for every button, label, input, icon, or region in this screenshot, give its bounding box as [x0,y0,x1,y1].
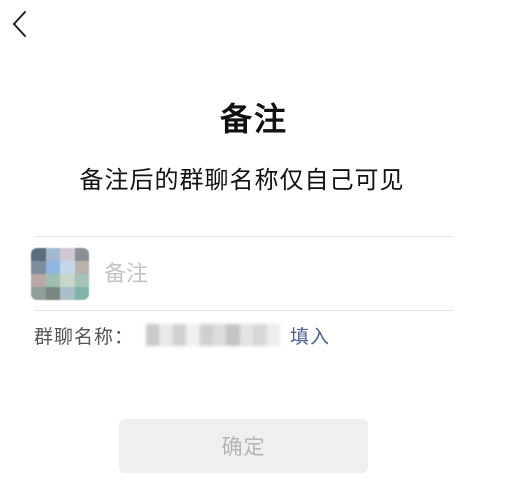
avatar-pixel [31,248,46,261]
back-button[interactable] [6,8,34,40]
confirm-button[interactable]: 确定 [119,419,368,473]
fill-in-link[interactable]: 填入 [290,322,330,349]
avatar-pixel [60,248,75,261]
page-title: 备注 [219,100,288,138]
avatar-pixel [45,274,60,287]
avatar-pixel [45,287,60,300]
blurred-text-block [172,324,187,346]
divider-bottom [34,310,454,311]
divider-top [34,236,454,237]
blurred-text-block [199,324,214,346]
remark-input[interactable] [104,256,444,292]
chevron-left-icon [12,11,26,37]
avatar-pixel [74,287,89,300]
blurred-text-block [186,324,200,346]
blurred-text-block [239,324,254,346]
blurred-text-block [266,324,281,346]
avatar-pixel [45,261,60,274]
avatar-pixel [31,287,46,300]
blurred-text-block [253,324,267,346]
blurred-text-block [159,324,173,346]
blurred-text-block [213,324,227,346]
blurred-text-block [146,324,160,346]
avatar-pixel [31,261,46,274]
avatar-pixel [60,261,75,274]
avatar-pixel [31,274,46,287]
group-name-value-blurred [146,324,281,346]
avatar [31,248,89,300]
avatar-pixel [74,274,89,287]
avatar-pixel [74,248,89,261]
page-subtitle: 备注后的群聊名称仅自己可见 [79,166,405,194]
group-name-label: 群聊名称： [34,326,135,348]
avatar-pixel [60,274,75,287]
avatar-pixel [45,248,60,261]
avatar-pixel [74,261,89,274]
blurred-text-block [226,324,240,346]
avatar-pixel [60,287,75,300]
